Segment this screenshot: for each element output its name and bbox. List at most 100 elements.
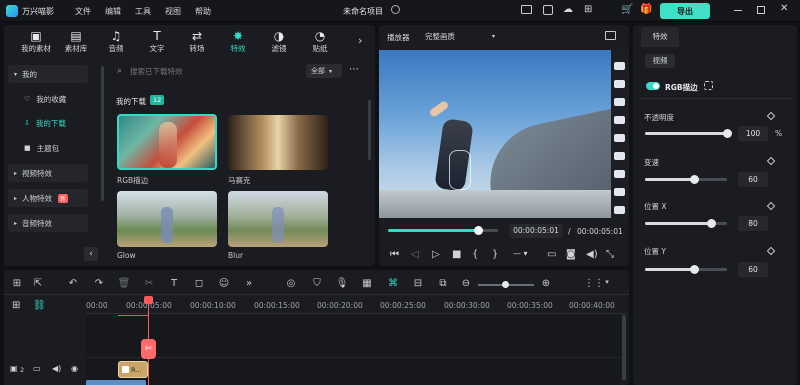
playhead-handle[interactable] xyxy=(144,296,153,304)
media-scrollbar[interactable] xyxy=(368,100,371,160)
sidebar-item-video-effects[interactable]: ▸ 视频特效 xyxy=(8,164,88,182)
effect-clip[interactable]: R... xyxy=(118,361,148,378)
playback-progress[interactable] xyxy=(388,226,498,235)
add-track-icon[interactable]: ⊞ xyxy=(12,300,20,311)
play-reverse-icon[interactable]: ◁ xyxy=(411,249,419,260)
camera-icon[interactable]: ◙ xyxy=(566,249,576,260)
folder-icon[interactable]: ▭ xyxy=(33,364,41,373)
microphone-icon[interactable]: 🎙 xyxy=(335,278,349,289)
split-marker[interactable]: ✂ xyxy=(141,339,156,359)
position-y-slider[interactable] xyxy=(645,265,727,274)
menu-file[interactable]: 文件 xyxy=(75,6,91,17)
undo-icon[interactable]: ↶ xyxy=(66,278,80,289)
audio-mix-icon[interactable]: ▦ xyxy=(360,278,374,289)
chevron-down-icon[interactable]: ▾ xyxy=(600,278,614,286)
speed-slider[interactable] xyxy=(645,175,727,184)
tab-effects[interactable]: ✸ 特效 xyxy=(220,30,256,56)
play-icon[interactable]: ▷ xyxy=(432,249,440,260)
crop-icon[interactable]: ◻ xyxy=(192,278,206,289)
display-icon[interactable]: ▭ xyxy=(547,249,556,260)
link-icon[interactable]: ⊟ xyxy=(411,278,425,289)
sidebar-item-audio-effects[interactable]: ▸ 音频特效 xyxy=(8,214,88,232)
tab-my-media[interactable]: ▣ 我的素材 xyxy=(18,30,54,56)
mark-out-icon[interactable]: } xyxy=(492,249,498,260)
effect-enable-toggle[interactable] xyxy=(646,82,660,90)
mute-icon[interactable]: ◀) xyxy=(52,364,61,373)
gift-icon[interactable]: 🎁 xyxy=(640,4,652,15)
maximize-icon[interactable] xyxy=(757,6,765,14)
tab-sticker[interactable]: ◔ 贴纸 xyxy=(302,30,338,56)
save-icon[interactable] xyxy=(543,5,553,15)
effect-thumb-glow[interactable] xyxy=(117,191,217,247)
visibility-icon[interactable]: ◉ xyxy=(71,364,78,373)
tab-text[interactable]: T 文字 xyxy=(139,30,175,56)
effect-settings-icon[interactable] xyxy=(704,81,713,90)
zoom-out-icon[interactable]: ⊖ xyxy=(459,278,473,289)
menu-tools[interactable]: 工具 xyxy=(135,6,151,17)
redo-icon[interactable]: ↷ xyxy=(92,278,106,289)
mark-in-icon[interactable]: { xyxy=(472,249,478,260)
position-x-value[interactable]: 80 xyxy=(738,216,768,231)
zoom-slider[interactable] xyxy=(478,281,534,288)
effect-thumb-rgb[interactable] xyxy=(117,114,217,170)
menu-edit[interactable]: 编辑 xyxy=(105,6,121,17)
more-icon[interactable]: ⋯ xyxy=(349,64,359,75)
video-preview[interactable] xyxy=(379,50,629,218)
zoom-in-icon[interactable]: ⊕ xyxy=(539,278,553,289)
sidebar-item-downloads[interactable]: ⇩ 我的下载 xyxy=(8,114,88,132)
speed-dropdown-icon[interactable]: — ▾ xyxy=(513,249,528,258)
opacity-slider[interactable] xyxy=(645,129,732,138)
video-clip[interactable] xyxy=(86,380,146,385)
position-x-slider[interactable] xyxy=(645,219,727,228)
layout-icon[interactable]: ⊞ xyxy=(10,278,24,289)
volume-icon[interactable]: ◀) xyxy=(586,249,598,260)
replace-icon[interactable]: ⧉ xyxy=(436,278,450,289)
render-icon[interactable]: ◎ xyxy=(284,278,298,289)
effect-thumb-mosaic[interactable] xyxy=(228,115,328,170)
marker-icon[interactable]: ⛉ xyxy=(310,278,324,289)
opacity-value[interactable]: 100 xyxy=(738,126,768,141)
ai-tool-icon[interactable]: ☺ xyxy=(217,278,231,289)
select-tool-icon[interactable]: ⇱ xyxy=(31,278,45,289)
quality-dropdown[interactable]: 完整画质 ▾ xyxy=(425,30,495,43)
effect-thumb-blur[interactable] xyxy=(228,191,328,247)
position-y-value[interactable]: 60 xyxy=(738,262,768,277)
sidebar-item-people-effects[interactable]: ▸ 人物特效新 xyxy=(8,189,88,207)
split-icon[interactable]: ✂ xyxy=(142,278,156,289)
link-track-icon[interactable]: ⛓ xyxy=(33,300,46,311)
fullscreen-icon[interactable]: ⤡ xyxy=(606,249,614,260)
close-icon[interactable]: ✕ xyxy=(780,3,788,14)
sidebar-item-theme-packs[interactable]: ■ 主题包 xyxy=(8,139,88,157)
stop-icon[interactable]: ■ xyxy=(452,249,461,260)
menu-help[interactable]: 帮助 xyxy=(195,6,211,17)
tabs-next-icon[interactable]: › xyxy=(358,34,362,47)
track-area[interactable] xyxy=(86,315,621,385)
grid-icon[interactable]: ⊞ xyxy=(584,4,592,15)
prev-frame-icon[interactable]: ⏮ xyxy=(390,249,399,260)
sidebar-item-favorites[interactable]: ♡ 我的收藏 xyxy=(8,90,88,108)
search-input[interactable] xyxy=(130,64,290,78)
props-subtab-video[interactable]: 视频 xyxy=(645,54,675,68)
sidebar-item-mine[interactable]: ▾ 我的 xyxy=(8,65,88,83)
speed-value[interactable]: 60 xyxy=(738,172,768,187)
tab-filter[interactable]: ◑ 滤镜 xyxy=(261,30,297,56)
tab-library[interactable]: ▤ 素材库 xyxy=(58,30,94,56)
grid-menu-icon[interactable]: ⋮⋮ xyxy=(584,278,604,289)
delete-icon[interactable]: 🗑 xyxy=(117,278,131,289)
filter-dropdown[interactable]: 全部 ▾ xyxy=(306,64,342,78)
export-button[interactable]: 导出 xyxy=(660,3,710,19)
menu-view[interactable]: 视图 xyxy=(165,6,181,17)
snap-icon[interactable]: ⌘ xyxy=(386,278,400,289)
cart-icon[interactable]: 🛒 xyxy=(621,4,633,15)
more-tools-icon[interactable]: » xyxy=(242,278,256,289)
tab-transition[interactable]: ⇄ 转场 xyxy=(179,30,215,56)
snapshot-icon[interactable] xyxy=(605,31,616,40)
tab-audio[interactable]: ♫ 音频 xyxy=(98,30,134,56)
minimize-icon[interactable] xyxy=(734,10,742,11)
cloud-icon[interactable]: ☁ xyxy=(563,4,573,15)
sidebar-scrollbar[interactable] xyxy=(101,66,104,201)
timeline-scrollbar[interactable] xyxy=(622,315,626,380)
text-tool-icon[interactable]: T xyxy=(167,278,181,289)
collapse-sidebar-button[interactable]: ‹ xyxy=(84,247,98,261)
monitor-icon[interactable] xyxy=(521,5,532,14)
